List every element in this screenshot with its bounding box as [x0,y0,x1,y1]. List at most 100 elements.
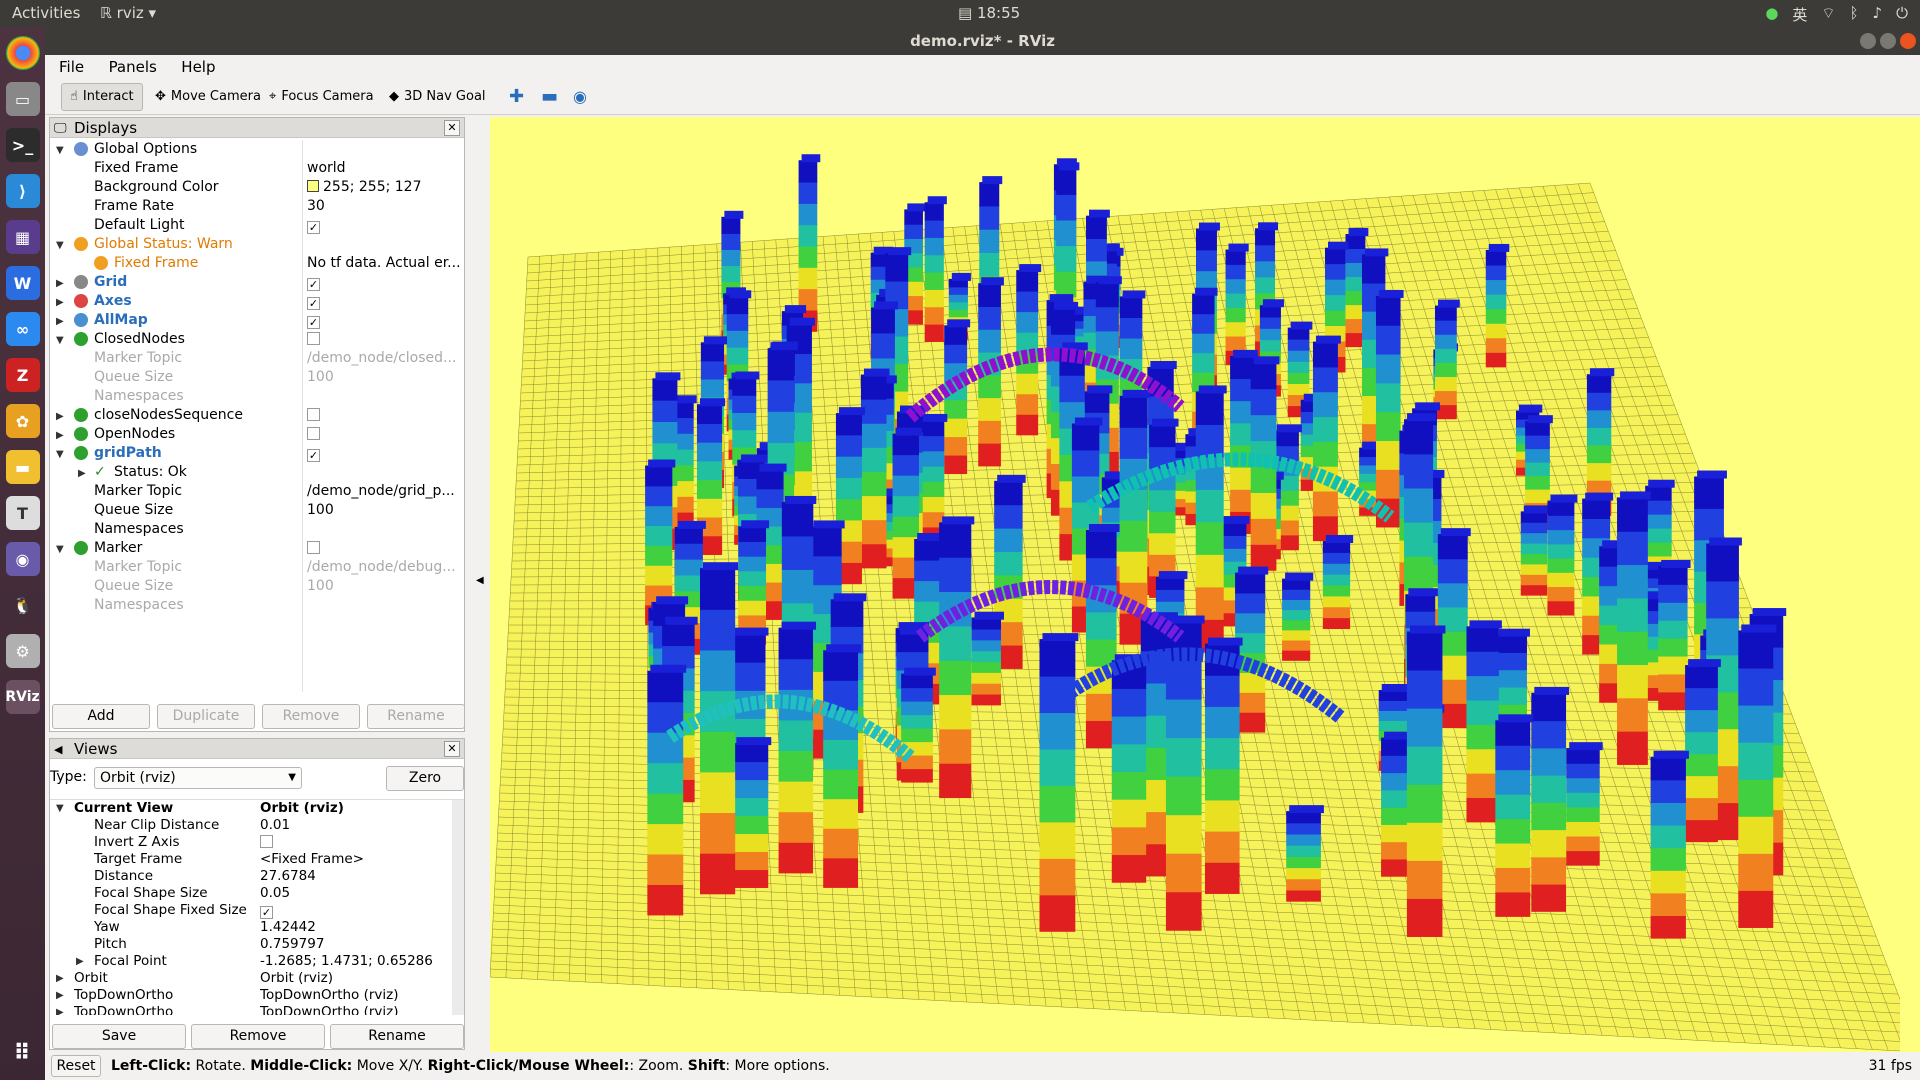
expand-right-icon[interactable]: ▶ [56,987,64,1004]
display-row-global-status[interactable]: ▼ Global Status: Warn [50,235,464,254]
display-row-axes-display[interactable]: ▶ Axes ✓ [50,292,464,311]
property-value[interactable]: 100 [307,501,462,520]
view-row[interactable]: ▶ Orbit Orbit (rviz) [50,970,464,987]
property-value[interactable] [307,425,462,444]
display-row-closenodessequence-display[interactable]: ▶ closeNodesSequence [50,406,464,425]
clock[interactable]: ▤ 18:55 [958,4,1020,22]
view-row[interactable]: ▼ Current View Orbit (rviz) [50,800,464,817]
view-property-value[interactable]: 0.01 [260,817,450,834]
display-row-marker-topic[interactable]: Marker Topic/demo_node/closed... [50,349,464,368]
display-row-allmap-display[interactable]: ▶ AllMap ✓ [50,311,464,330]
baidu-netdisk-icon[interactable]: ∞ [5,312,40,346]
minimize-button[interactable] [1860,33,1876,49]
nav-goal-tool[interactable]: ◆ 3D Nav Goal [381,83,494,111]
property-value[interactable]: ✓ [307,292,462,311]
remove-tool-icon[interactable]: ▬ [533,83,566,111]
view-row[interactable]: ▶ TopDownOrtho TopDownOrtho (rviz) [50,987,464,1004]
view-property-value[interactable]: 0.05 [260,885,450,902]
enable-checkbox[interactable] [307,408,320,421]
activities-button[interactable]: Activities [12,4,80,22]
expand-right-icon[interactable]: ▶ [56,407,64,426]
volume-icon[interactable]: ♪ [1873,4,1883,25]
property-value[interactable]: 30 [307,197,462,216]
display-row-fixed-frame[interactable]: Fixed Frame world [50,159,464,178]
wifi-icon[interactable]: ⌔ [1821,4,1835,25]
maximize-button[interactable] [1880,33,1896,49]
display-row-queue-size[interactable]: Queue Size 100 [50,368,464,387]
display-row-queue-size[interactable]: Queue Size 100 [50,577,464,596]
close-button[interactable] [1900,33,1916,49]
property-value[interactable]: /demo_node/debug... [307,558,462,577]
files-icon[interactable]: ▭ [5,82,40,116]
expand-right-icon[interactable]: ▶ [56,274,64,293]
view-property-value[interactable]: Orbit (rviz) [260,970,450,987]
expand-down-icon[interactable]: ▼ [56,445,64,464]
tool-properties-icon[interactable]: ◉ [565,83,595,111]
input-method-indicator[interactable]: 英 [1792,4,1807,25]
expand-right-icon[interactable]: ▶ [56,970,64,987]
view-property-value[interactable]: Orbit (rviz) [260,800,450,817]
wps-writer-icon[interactable]: W [5,266,40,300]
view-row[interactable]: Target Frame <Fixed Frame> [50,851,464,868]
duplicate-display-button[interactable]: Duplicate [157,704,255,729]
enable-checkbox[interactable] [307,541,320,554]
power-icon[interactable]: ⏻ [1896,4,1908,25]
display-row-global-options[interactable]: ▼ Global Options [50,140,464,159]
focus-camera-tool[interactable]: ⌖ Focus Camera [261,83,382,111]
property-value[interactable]: ✓ [307,216,462,235]
typora-icon[interactable]: T [5,496,40,530]
bluetooth-icon[interactable]: ᛒ [1850,4,1859,25]
move-camera-tool[interactable]: ✥ Move Camera [147,83,269,111]
display-row-marker-topic[interactable]: Marker Topic/demo_node/debug... [50,558,464,577]
expand-right-icon[interactable]: ▶ [78,464,86,483]
display-row-default-light[interactable]: Default Light ✓ [50,216,464,235]
display-row-grid-display[interactable]: ▶ Grid ✓ [50,273,464,292]
storage-icon[interactable]: ◉ [5,542,40,576]
property-value[interactable]: ✓ [307,311,462,330]
add-tool-icon[interactable]: ✚ [501,83,532,111]
property-value[interactable] [307,330,462,349]
chrome-icon[interactable] [5,36,40,70]
collapse-left-icon[interactable]: ◀ [476,575,484,586]
qq-icon[interactable]: 🐧 [6,588,40,622]
view-property-value[interactable]: TopDownOrtho (rviz) [260,987,450,1004]
close-views-button[interactable]: ✕ [444,741,460,757]
view-checkbox[interactable] [260,835,273,848]
remove-view-button[interactable]: Remove [191,1024,325,1049]
view-checkbox[interactable]: ✓ [260,906,273,919]
display-row-namespaces[interactable]: Namespaces [50,520,464,539]
enable-checkbox[interactable]: ✓ [307,221,320,234]
view-row[interactable]: Focal Shape Size 0.05 [50,885,464,902]
expand-down-icon[interactable]: ▼ [56,540,64,559]
expand-right-icon[interactable]: ▶ [56,312,64,331]
expand-right-icon[interactable]: ▶ [76,953,84,970]
photos-icon[interactable]: ✿ [5,404,40,438]
view-property-value[interactable] [260,834,450,851]
rviz-launcher-icon[interactable]: RViz [5,680,40,714]
close-panel-button[interactable]: ✕ [444,120,460,136]
property-value[interactable]: No tf data. Actual er... [307,254,462,273]
notes-icon[interactable]: ▬ [5,450,40,484]
settings-icon[interactable]: ⚙ [5,634,40,668]
terminal-icon[interactable]: >_ [5,128,40,162]
view-row[interactable]: ▶ TopDownOrtho TopDownOrtho (rviz) [50,1004,464,1015]
property-value[interactable]: /demo_node/closed... [307,349,462,368]
view-row[interactable]: ▶ Focal Point -1.2685; 1.4731; 0.65286 [50,953,464,970]
menu-help[interactable]: Help [181,58,215,76]
view-row[interactable]: Distance 27.6784 [50,868,464,885]
display-row-background-color[interactable]: Background Color 255; 255; 127 [50,178,464,197]
interact-tool[interactable]: ☝ Interact [61,83,143,111]
rename-display-button[interactable]: Rename [367,704,465,729]
display-row-marker-display[interactable]: ▼ Marker [50,539,464,558]
display-row-namespaces[interactable]: Namespaces [50,387,464,406]
expand-down-icon[interactable]: ▼ [56,141,64,160]
property-value[interactable]: ✓ [307,444,462,463]
view-property-value[interactable]: 27.6784 [260,868,450,885]
expand-down-icon[interactable]: ▼ [56,800,64,817]
remove-display-button[interactable]: Remove [262,704,360,729]
enable-checkbox[interactable] [307,427,320,440]
view-property-value[interactable]: TopDownOrtho (rviz) [260,1004,450,1015]
render-viewport[interactable] [490,117,1920,1052]
property-value[interactable] [307,539,462,558]
rename-view-button[interactable]: Rename [330,1024,464,1049]
